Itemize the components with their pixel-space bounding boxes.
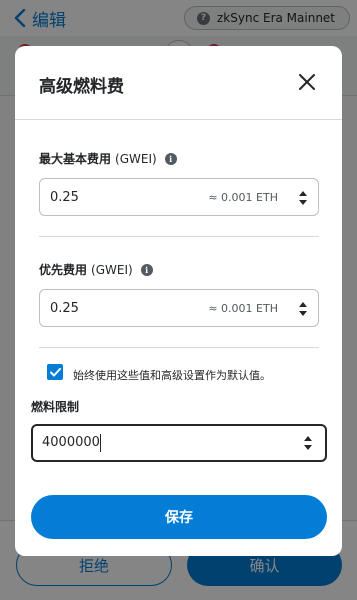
stepper-icon[interactable] [298, 190, 308, 206]
max-base-fee-label: 最大基本费用 (GWEI) i [39, 150, 177, 167]
modal-title: 高级燃料费 [39, 77, 124, 97]
checkmark-icon [49, 367, 61, 376]
close-button[interactable] [295, 70, 319, 94]
save-as-default-checkbox[interactable] [47, 364, 63, 380]
priority-fee-input[interactable]: 0.25 ≈ 0.001 ETH [39, 289, 319, 327]
gas-limit-input[interactable]: 4000000 [31, 424, 327, 462]
gas-limit-value: 4000000 [42, 435, 100, 450]
priority-fee-value: 0.25 [50, 301, 79, 316]
max-base-fee-input[interactable]: 0.25 ≈ 0.001 ETH [39, 178, 319, 216]
save-as-default-label: 始终使用这些值和高级设置作为默认值。 [73, 369, 271, 382]
divider [39, 236, 319, 237]
max-base-fee-conversion: ≈ 0.001 ETH [208, 191, 278, 204]
gas-limit-label: 燃料限制 [31, 400, 80, 414]
info-icon[interactable]: i [164, 152, 177, 165]
priority-fee-conversion: ≈ 0.001 ETH [208, 302, 278, 315]
priority-fee-label: 优先费用 (GWEI) i [39, 261, 153, 278]
priority-fee-unit: (GWEI) [91, 262, 133, 277]
info-icon[interactable]: i [140, 263, 153, 276]
modal-header: 高级燃料费 [15, 46, 342, 120]
priority-fee-label-text: 优先费用 [39, 263, 88, 277]
stepper-icon[interactable] [303, 435, 313, 451]
save-button[interactable]: 保存 [31, 495, 327, 539]
max-base-fee-unit: (GWEI) [115, 151, 157, 166]
max-base-fee-value: 0.25 [50, 190, 79, 205]
divider [39, 347, 319, 348]
max-base-fee-label-text: 最大基本费用 [39, 152, 112, 166]
stepper-icon[interactable] [298, 301, 308, 317]
close-icon [299, 74, 315, 90]
text-caret [100, 434, 101, 452]
advanced-gas-fee-modal: 高级燃料费 最大基本费用 (GWEI) i 0.25 ≈ 0.001 ETH 优… [15, 46, 342, 556]
